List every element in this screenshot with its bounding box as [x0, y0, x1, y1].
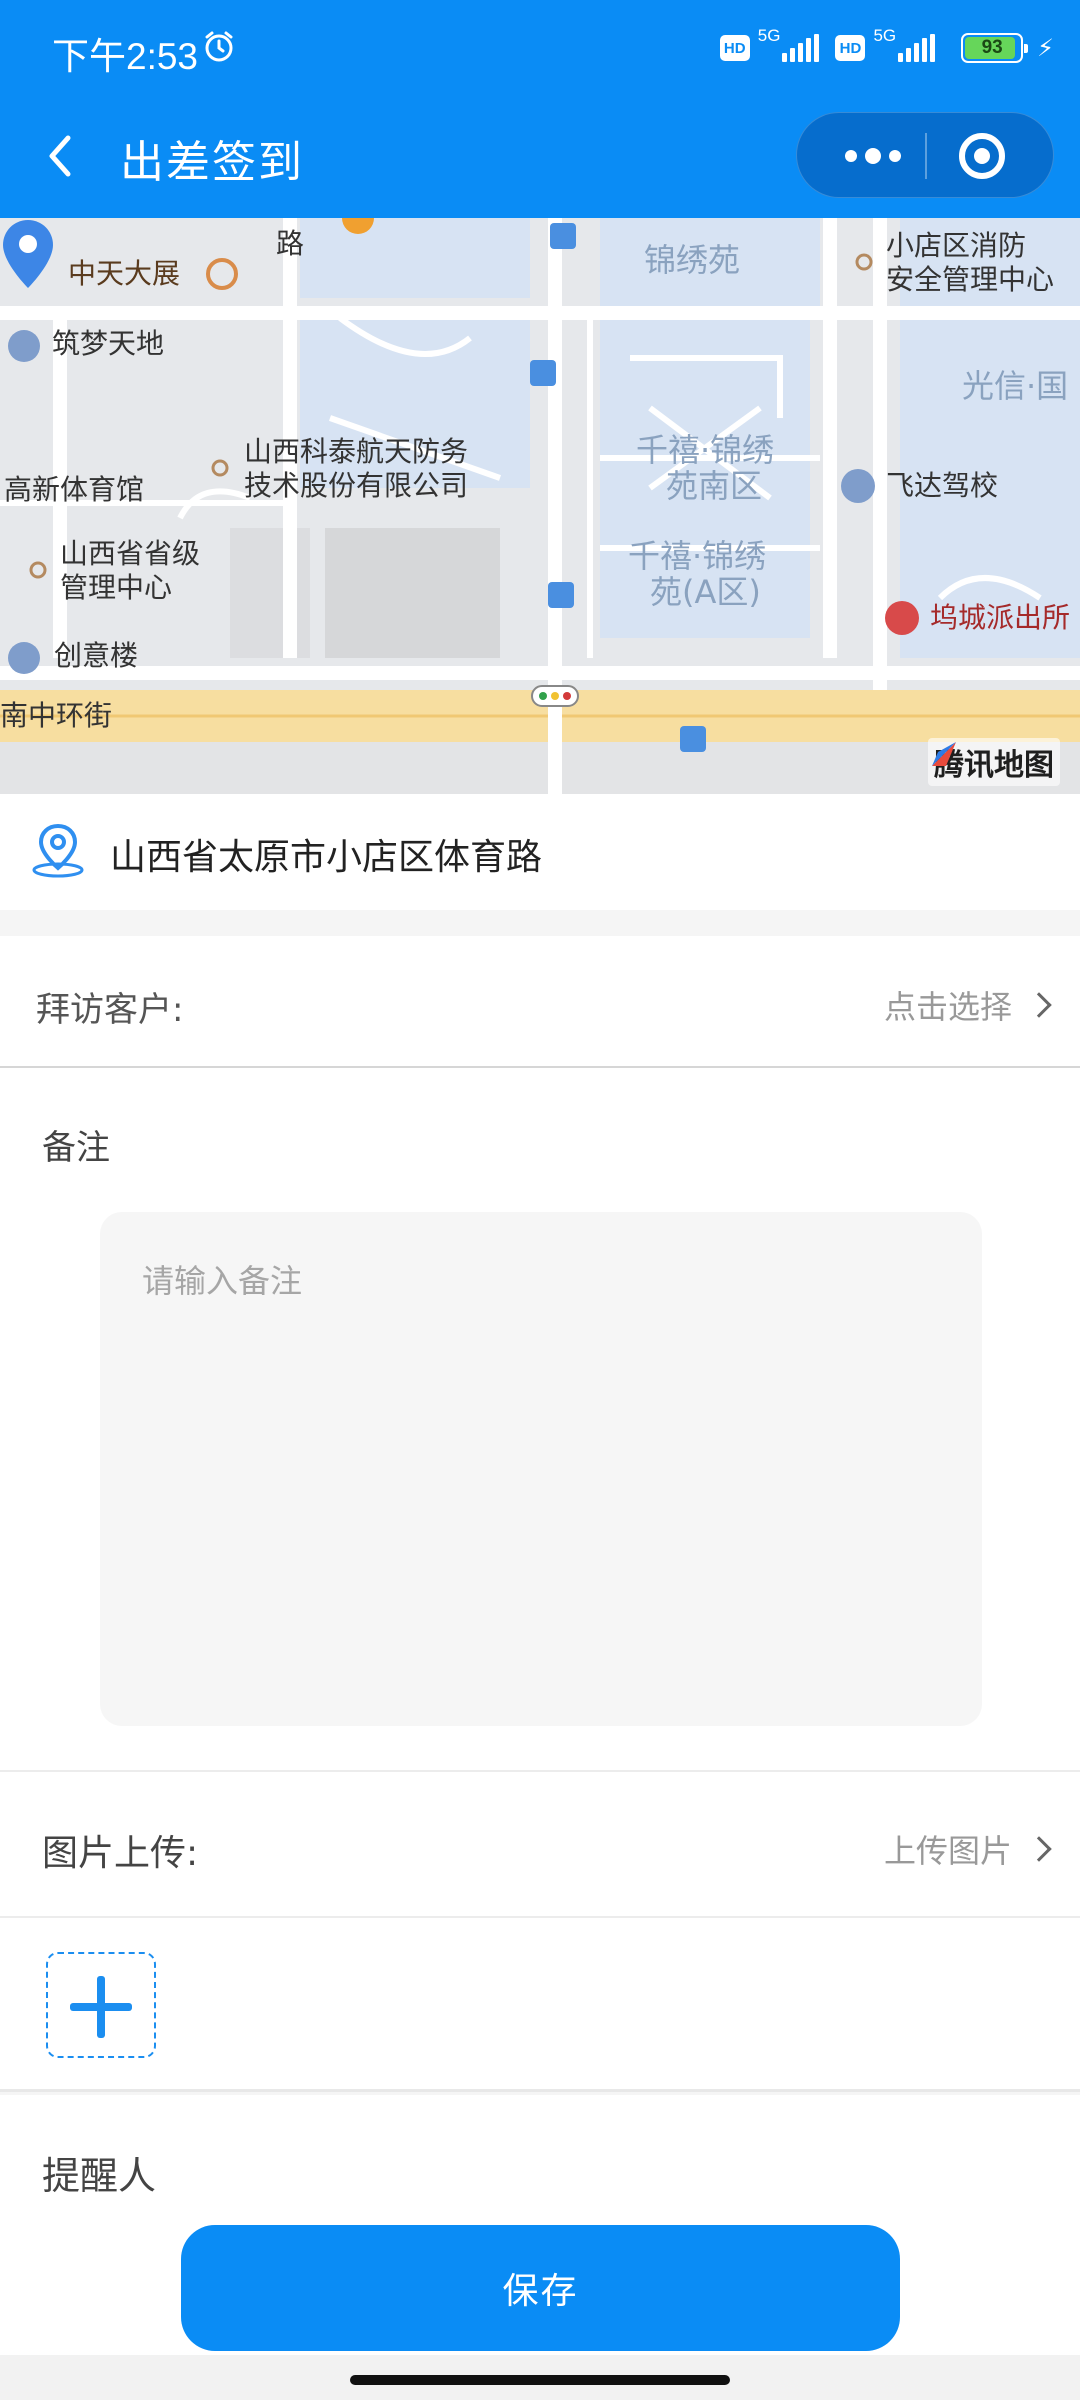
map-label: 筑梦天地 — [52, 327, 165, 360]
map-label: 管理中心 — [60, 571, 173, 604]
map-view[interactable]: 中天大展 筑梦天地 高新体育馆 山西科泰航天防务 技术股份有限公司 山西省省级 … — [0, 218, 1080, 794]
mini-program-capsule — [796, 112, 1054, 198]
home-indicator[interactable] — [350, 2375, 730, 2385]
select-customer-button[interactable]: 点击选择 — [883, 982, 1052, 1028]
map-label: 山西省省级 — [60, 537, 201, 570]
map-label: 飞达驾校 — [886, 469, 999, 502]
page-title: 出差签到 — [120, 137, 304, 188]
map-label: 高新体育馆 — [4, 473, 145, 506]
address-text: 山西省太原市小店区体育路 — [110, 837, 543, 878]
hd-badge: HD — [719, 35, 750, 61]
map-label: 苑(A区) — [650, 573, 761, 611]
remark-input[interactable] — [100, 1212, 982, 1726]
location-pin-icon — [3, 220, 53, 288]
select-customer-text: 点击选择 — [883, 988, 1012, 1026]
map-label: 路 — [276, 227, 305, 260]
add-image-button[interactable] — [46, 1952, 156, 2058]
map-label: 创意楼 — [54, 639, 139, 672]
network-type-label-2: 5G — [873, 26, 897, 45]
close-target-icon[interactable] — [959, 133, 1005, 179]
location-icon — [32, 823, 84, 878]
status-icons: HD 5G HD 5G 93 ⚡ — [719, 26, 1054, 70]
visit-customer-row[interactable]: 拜访客户: 点击选择 — [0, 936, 1080, 1068]
network-type-label: 5G — [757, 26, 781, 45]
upload-image-button[interactable]: 上传图片 — [883, 1826, 1052, 1872]
chevron-right-icon — [1026, 1836, 1052, 1862]
signal-icon — [782, 34, 820, 62]
map-label: 光信·国 — [962, 367, 1069, 405]
map-label: 技术股份有限公司 — [244, 469, 469, 502]
map-label: 安全管理中心 — [886, 263, 1055, 296]
map-label: 山西科泰航天防务 — [244, 435, 469, 468]
capsule-divider — [925, 133, 927, 179]
visit-customer-label: 拜访客户: — [36, 990, 184, 1030]
battery-level: 93 — [981, 37, 1003, 58]
charging-icon: ⚡ — [1037, 34, 1054, 62]
image-upload-label: 图片上传: — [42, 1833, 199, 1874]
upload-image-text: 上传图片 — [883, 1832, 1012, 1870]
remark-label: 备注 — [42, 1128, 110, 1168]
tencent-map-icon — [932, 742, 956, 766]
address-row: 山西省太原市小店区体育路 — [0, 794, 1080, 910]
map-label: 千禧·锦绣 — [636, 431, 775, 469]
save-button[interactable]: 保存 — [181, 2225, 900, 2351]
back-icon[interactable] — [40, 126, 80, 186]
nav-bar: 出差签到 — [0, 96, 1080, 218]
alarm-icon — [205, 31, 233, 62]
map-brand-logo: 腾讯地图 — [928, 738, 1060, 786]
remark-section: 备注 — [0, 1068, 1080, 1770]
image-upload-area — [0, 1916, 1080, 2092]
map-label: 坞城派出所 — [930, 601, 1071, 634]
image-upload-row[interactable]: 图片上传: 上传图片 — [0, 1770, 1080, 1916]
signal-icon-2 — [898, 34, 936, 62]
status-time: 下午2:53 — [52, 36, 199, 77]
map-label: 锦绣苑 — [644, 241, 741, 279]
map-label: 小店区消防 — [886, 229, 1027, 262]
battery-icon: 93 — [961, 33, 1029, 63]
reminder-label: 提醒人 — [42, 2154, 157, 2198]
chevron-right-icon — [1026, 992, 1052, 1018]
map-label: 中天大展 — [68, 257, 181, 290]
hd-badge-2: HD — [835, 35, 866, 61]
map-label: 苑南区 — [666, 467, 763, 505]
map-label: 千禧·锦绣 — [628, 537, 767, 575]
map-background — [0, 218, 1080, 794]
map-label: 南中环街 — [0, 699, 113, 732]
app-header: 下午2:53 HD 5G HD 5G 93 ⚡ 出差签到 — [0, 0, 1080, 218]
status-bar: 下午2:53 HD 5G HD 5G 93 ⚡ — [0, 0, 1080, 96]
more-icon[interactable] — [825, 113, 921, 199]
